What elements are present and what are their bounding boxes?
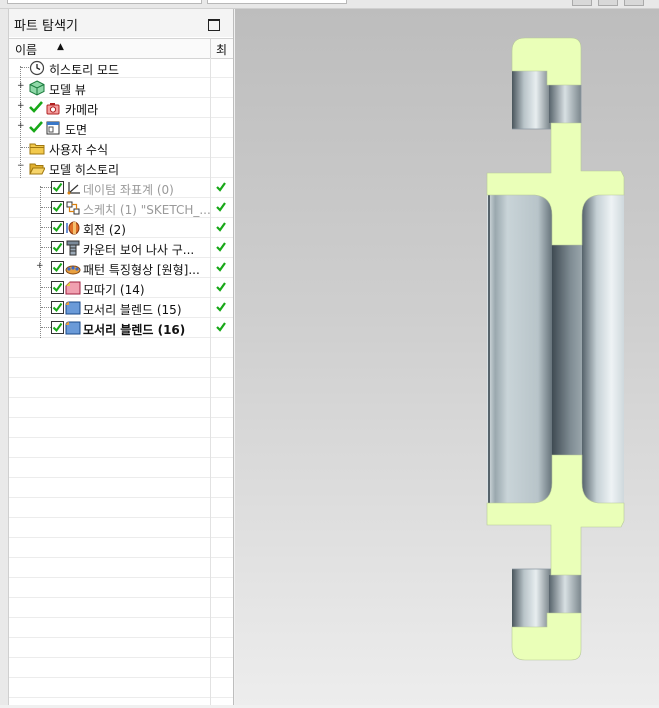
up-to-date-icon bbox=[216, 322, 226, 332]
tree-item-model-view[interactable]: + 모델 뷰 bbox=[9, 78, 233, 98]
column-latest-header[interactable]: 최 bbox=[216, 41, 227, 58]
tree-item-label: 회전 (2) bbox=[83, 223, 126, 237]
expand-icon[interactable]: + bbox=[36, 262, 44, 271]
expand-icon[interactable]: + bbox=[17, 102, 25, 111]
feature-checkbox[interactable] bbox=[51, 201, 64, 214]
top-toolbar-strip bbox=[0, 0, 659, 9]
open-folder-icon bbox=[29, 163, 45, 175]
tree-item-label: 스케치 (1) "SKETCH_... bbox=[83, 203, 211, 217]
tree-item-user-expressions[interactable]: 사용자 수식 bbox=[9, 138, 233, 158]
tree-item-label: 모서리 블렌드 (15) bbox=[83, 303, 182, 317]
tree-item-label: 모서리 블렌드 (16) bbox=[83, 323, 186, 337]
tree-item-camera[interactable]: + 카메라 bbox=[9, 98, 233, 118]
feature-checkbox[interactable] bbox=[51, 281, 64, 294]
edge-blend-icon bbox=[65, 301, 81, 315]
tree-item-label: 패턴 특징형상 [원형]... bbox=[83, 263, 200, 277]
column-header: 이름 ▲ 최 bbox=[9, 38, 233, 59]
tree-item-circular-pattern[interactable]: + 패턴 특징형상 [원형]... bbox=[9, 258, 233, 278]
tree-item-history-mode[interactable]: 히스토리 모드 bbox=[9, 58, 233, 78]
maximize-icon[interactable] bbox=[208, 19, 220, 31]
expand-icon[interactable]: + bbox=[17, 122, 25, 131]
edge-blend-icon bbox=[65, 321, 81, 335]
tree-item-label: 사용자 수식 bbox=[49, 143, 109, 157]
toolbar-button-2[interactable] bbox=[598, 0, 618, 6]
chamfer-icon bbox=[65, 281, 81, 295]
toolbar-field-left[interactable] bbox=[7, 0, 202, 4]
revolve-icon bbox=[66, 221, 80, 235]
column-separator[interactable] bbox=[210, 39, 211, 58]
panel-titlebar: 파트 탐색기 bbox=[9, 9, 233, 37]
toolbar-button-3[interactable] bbox=[624, 0, 644, 6]
tree-item-sketch[interactable]: 스케치 (1) "SKETCH_... bbox=[9, 198, 233, 218]
tree-item-label: 데이텀 좌표계 (0) bbox=[83, 183, 174, 197]
tree-item-label: 카메라 bbox=[65, 103, 99, 117]
tree-item-label: 도면 bbox=[65, 123, 88, 137]
feature-checkbox[interactable] bbox=[51, 241, 64, 254]
model-view-cube-icon bbox=[29, 80, 45, 96]
up-to-date-icon bbox=[216, 282, 226, 292]
folder-icon bbox=[29, 143, 45, 155]
tree-item-label: 모델 히스토리 bbox=[49, 163, 120, 177]
up-to-date-icon bbox=[216, 302, 226, 312]
collapse-icon[interactable]: − bbox=[17, 162, 25, 171]
tree-item-label: 히스토리 모드 bbox=[49, 63, 120, 77]
panel-title: 파트 탐색기 bbox=[14, 19, 78, 34]
tree-item-model-history[interactable]: − 모델 히스토리 bbox=[9, 158, 233, 178]
visible-check-icon bbox=[29, 101, 43, 113]
toolbar-button-1[interactable] bbox=[572, 0, 592, 6]
drawing-sheet-icon bbox=[46, 121, 60, 135]
tree-item-counterbore-hole[interactable]: 카운터 보어 나사 구... bbox=[9, 238, 233, 258]
feature-checkbox[interactable] bbox=[51, 301, 64, 314]
feature-checkbox[interactable] bbox=[51, 181, 64, 194]
column-name-header[interactable]: 이름 bbox=[15, 41, 37, 58]
tree-item-label: 모델 뷰 bbox=[49, 83, 86, 97]
tree-item-label: 카운터 보어 나사 구... bbox=[83, 243, 195, 257]
feature-checkbox[interactable] bbox=[51, 261, 64, 274]
graphics-window[interactable] bbox=[235, 9, 659, 705]
feature-checkbox[interactable] bbox=[51, 321, 64, 334]
visible-check-icon bbox=[29, 121, 43, 133]
up-to-date-icon bbox=[216, 182, 226, 192]
up-to-date-icon bbox=[216, 242, 226, 252]
clock-icon bbox=[29, 60, 45, 76]
up-to-date-icon bbox=[216, 222, 226, 232]
section-view-model[interactable] bbox=[235, 9, 659, 705]
tree-item-label: 모따기 (14) bbox=[83, 283, 145, 297]
tree-rows: 히스토리 모드 + 모델 뷰 + 카메라 + 도면 사용자 수식 − 모델 히스… bbox=[9, 58, 233, 705]
tree-item-drawing[interactable]: + 도면 bbox=[9, 118, 233, 138]
sort-ascending-icon[interactable]: ▲ bbox=[57, 42, 64, 52]
pattern-feature-icon bbox=[65, 265, 81, 275]
sketch-icon bbox=[66, 201, 80, 215]
tree-item-revolve[interactable]: 회전 (2) bbox=[9, 218, 233, 238]
tree-item-edge-blend-16[interactable]: 모서리 블렌드 (16) bbox=[9, 318, 233, 338]
feature-checkbox[interactable] bbox=[51, 221, 64, 234]
resource-bar bbox=[0, 9, 9, 705]
counterbore-hole-icon bbox=[66, 240, 80, 256]
tree-item-chamfer[interactable]: 모따기 (14) bbox=[9, 278, 233, 298]
tree-item-edge-blend-15[interactable]: 모서리 블렌드 (15) bbox=[9, 298, 233, 318]
datum-csys-icon bbox=[67, 182, 80, 195]
expand-icon[interactable]: + bbox=[17, 82, 25, 91]
tree-item-datum-csys[interactable]: 데이텀 좌표계 (0) bbox=[9, 178, 233, 198]
part-navigator-panel: 파트 탐색기 이름 ▲ 최 히스토리 모드 + 모델 뷰 + 카메라 + 도면 … bbox=[9, 9, 234, 705]
toolbar-field-right[interactable] bbox=[207, 0, 347, 4]
camera-icon bbox=[46, 103, 60, 115]
up-to-date-icon bbox=[216, 262, 226, 272]
up-to-date-icon bbox=[216, 202, 226, 212]
